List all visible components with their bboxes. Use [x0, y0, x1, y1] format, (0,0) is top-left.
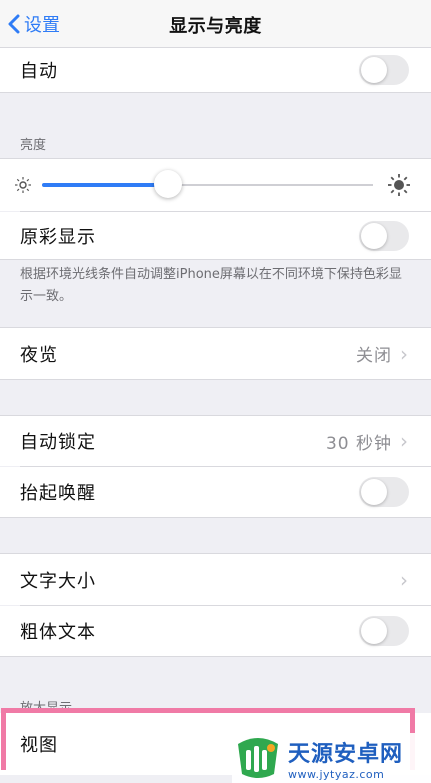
brightness-slider[interactable] [42, 170, 373, 198]
brightness-slider-row [0, 159, 431, 211]
chevron-right-icon: › [400, 567, 409, 592]
divider [0, 656, 431, 657]
true-tone-footnote: 根据环境光线条件自动调整iPhone屏幕以在不同环境下保持色彩显示一致。 [20, 267, 402, 304]
sun-small-icon [15, 177, 31, 193]
true-tone-label: 原彩显示 [20, 226, 96, 248]
navigation-bar: 设置 显示与亮度 [0, 0, 431, 48]
divider [0, 92, 431, 93]
raise-to-wake-row: 抬起唤醒 [0, 467, 431, 517]
divider [0, 259, 431, 260]
slider-thumb[interactable] [153, 170, 182, 198]
true-tone-toggle[interactable] [359, 220, 409, 251]
divider [0, 517, 431, 518]
auto-brightness-row: 自动 [0, 48, 431, 92]
slider-track [167, 184, 373, 186]
bold-text-row: 粗体文本 [0, 606, 431, 656]
auto-lock-label: 自动锁定 [20, 432, 96, 453]
bold-text-toggle[interactable] [359, 616, 409, 646]
watermark: 天源安卓网 www.jytyaz.com [232, 733, 431, 783]
android-logo-icon [238, 738, 278, 778]
sun-large-icon [388, 174, 410, 196]
divider [0, 379, 431, 380]
auto-toggle[interactable] [359, 55, 409, 85]
chevron-right-icon: › [400, 341, 409, 366]
bold-text-label: 粗体文本 [20, 622, 96, 643]
night-shift-label: 夜览 [20, 344, 58, 366]
text-size-label: 文字大小 [20, 570, 96, 592]
raise-to-wake-toggle[interactable] [359, 477, 409, 507]
auto-lock-value: 30 秒钟 [325, 433, 392, 454]
true-tone-row: 原彩显示 [0, 212, 431, 259]
slider-fill [42, 183, 168, 187]
watermark-url: www.jytyaz.com [288, 767, 385, 781]
night-shift-value: 关闭 [356, 346, 392, 366]
raise-to-wake-label: 抬起唤醒 [20, 483, 96, 504]
auto-lock-row[interactable]: 自动锁定 30 秒钟 › [0, 416, 431, 466]
watermark-title: 天源安卓网 [288, 741, 404, 767]
page-title: 显示与亮度 [169, 16, 262, 37]
auto-label: 自动 [20, 61, 58, 82]
text-size-row[interactable]: 文字大小 › [0, 554, 431, 605]
chevron-right-icon: › [400, 429, 409, 453]
brightness-section-label: 亮度 [20, 138, 47, 153]
night-shift-row[interactable]: 夜览 关闭 › [0, 328, 431, 379]
